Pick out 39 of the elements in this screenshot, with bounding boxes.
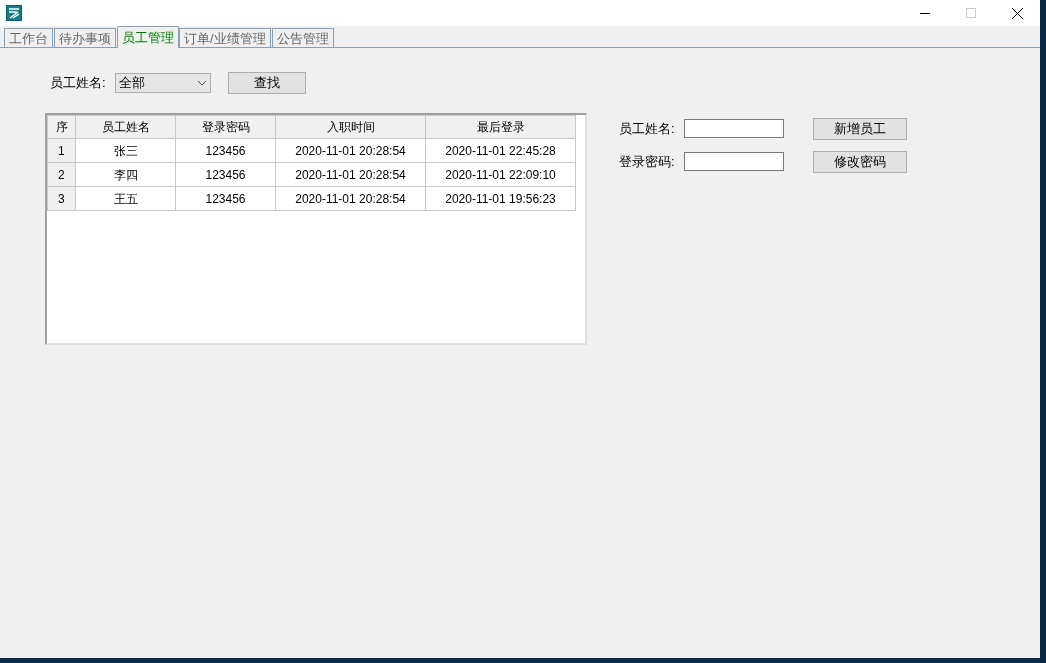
column-header[interactable]: 登录密码 bbox=[175, 115, 276, 139]
table-cell: 2020-11-01 20:28:54 bbox=[275, 138, 426, 163]
tab[interactable]: 订单/业绩管理 bbox=[179, 28, 271, 47]
chevron-down-icon bbox=[198, 80, 206, 86]
minimize-icon bbox=[920, 12, 930, 14]
close-icon bbox=[1011, 7, 1023, 19]
row-number: 2 bbox=[47, 162, 76, 187]
column-header[interactable]: 最后登录 bbox=[425, 115, 576, 139]
table-cell: 123456 bbox=[175, 186, 276, 211]
table-cell: 张三 bbox=[75, 138, 176, 163]
tab[interactable]: 工作台 bbox=[4, 28, 53, 47]
maximize-icon bbox=[966, 8, 976, 18]
tab[interactable]: 员工管理 bbox=[117, 26, 179, 48]
action-button[interactable]: 新增员工 bbox=[813, 117, 907, 140]
tab[interactable]: 公告管理 bbox=[271, 28, 334, 47]
table-cell: 2020-11-01 20:28:54 bbox=[275, 186, 426, 211]
row-number: 1 bbox=[47, 138, 76, 163]
table-cell: 123456 bbox=[175, 138, 276, 163]
filter-label: 员工姓名: bbox=[50, 74, 107, 93]
column-header[interactable]: 员工姓名 bbox=[75, 115, 176, 139]
name-dropdown[interactable]: 全部 bbox=[115, 73, 211, 93]
column-header[interactable]: 序 bbox=[47, 115, 76, 139]
column-header[interactable]: 入职时间 bbox=[275, 115, 426, 139]
row-number: 3 bbox=[47, 186, 76, 211]
table-cell: 2020-11-01 22:09:10 bbox=[425, 162, 576, 187]
action-button[interactable]: 修改密码 bbox=[813, 150, 907, 173]
search-button[interactable]: 查找 bbox=[228, 72, 306, 94]
table-cell: 王五 bbox=[75, 186, 176, 211]
table-cell: 2020-11-01 22:45:28 bbox=[425, 138, 576, 163]
tab[interactable]: 待办事项 bbox=[54, 28, 116, 47]
field-label: 登录密码: bbox=[619, 152, 676, 171]
field-label: 员工姓名: bbox=[619, 119, 676, 138]
table-cell: 2020-11-01 19:56:23 bbox=[425, 186, 576, 211]
input-field[interactable] bbox=[684, 152, 784, 171]
input-field[interactable] bbox=[684, 119, 784, 138]
table-cell: 123456 bbox=[175, 162, 276, 187]
table-cell: 2020-11-01 20:28:54 bbox=[275, 162, 426, 187]
table-cell: 李四 bbox=[75, 162, 176, 187]
app-logo-icon bbox=[6, 5, 22, 21]
